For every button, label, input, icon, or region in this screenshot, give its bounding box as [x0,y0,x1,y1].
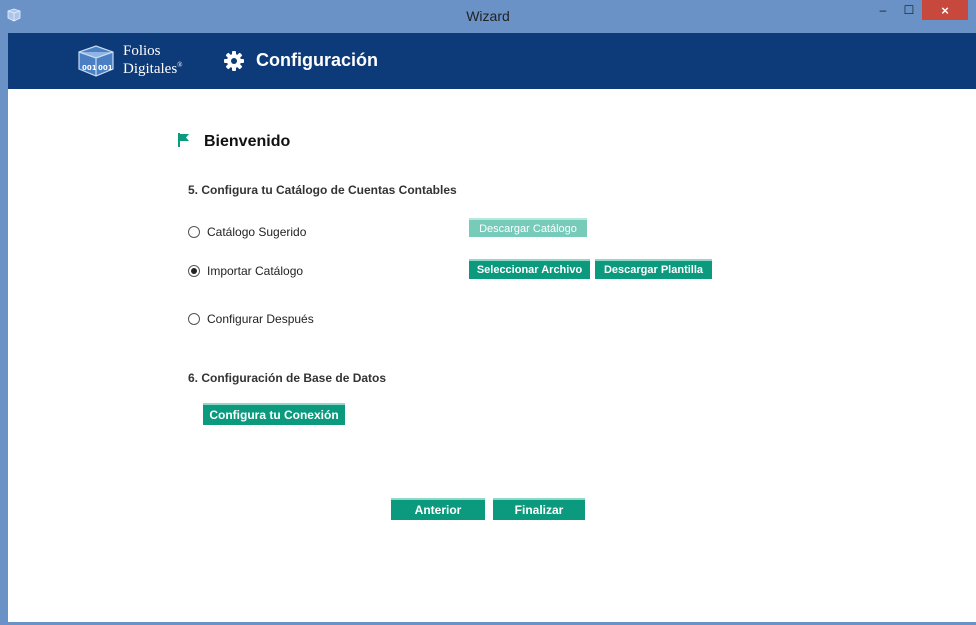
header-bar: 001 001 Folios Digitales® Configuración [8,33,976,89]
download-template-button[interactable]: Descargar Plantilla [595,259,712,279]
radio-label: Catálogo Sugerido [207,225,307,239]
gear-icon [224,51,244,71]
wizard-content: 001 001 Folios Digitales® Configuración … [8,33,976,622]
logo-text: Folios Digitales® [123,43,183,77]
previous-button[interactable]: Anterior [391,498,485,520]
radio-label: Configurar Después [207,312,314,326]
radio-catalogo-sugerido[interactable]: Catálogo Sugerido [188,225,306,239]
window-title: Wizard [466,8,510,24]
minimize-button[interactable]: – [870,0,896,20]
wizard-window: Wizard – ☐ × 001 001 Folios Digitales® C… [0,0,976,625]
configure-connection-button[interactable]: Configura tu Conexión [203,403,345,425]
radio-selected-dot [191,268,197,274]
radio-importar-catalogo[interactable]: Importar Catálogo [188,264,303,278]
close-button[interactable]: × [922,0,968,20]
svg-text:001: 001 [82,64,97,72]
radio-configurar-despues[interactable]: Configurar Después [188,312,314,326]
window-controls: – ☐ × [870,0,968,22]
radio-circle[interactable] [188,265,200,277]
radio-circle[interactable] [188,226,200,238]
svg-text:001: 001 [98,64,113,72]
finish-button[interactable]: Finalizar [493,498,585,520]
section-6-title: 6. Configuración de Base de Datos [188,371,387,385]
maximize-button[interactable]: ☐ [896,0,922,20]
select-file-button[interactable]: Seleccionar Archivo [469,259,590,279]
logo-line-2: Digitales® [123,61,183,77]
radio-label: Importar Catálogo [207,264,304,278]
title-bar[interactable]: Wizard – ☐ × [0,0,976,33]
flag-icon [178,133,189,147]
section-5-title: 5. Configura tu Catálogo de Cuentas Cont… [188,183,457,197]
registered-mark: ® [177,61,183,69]
welcome-heading: Bienvenido [204,133,291,150]
folios-digitales-logo-icon: 001 001 [78,45,114,77]
logo-line-1: Folios [123,43,161,59]
radio-circle[interactable] [188,313,200,325]
page-title: Configuración [256,50,378,70]
download-catalog-button[interactable]: Descargar Catálogo [469,218,587,237]
